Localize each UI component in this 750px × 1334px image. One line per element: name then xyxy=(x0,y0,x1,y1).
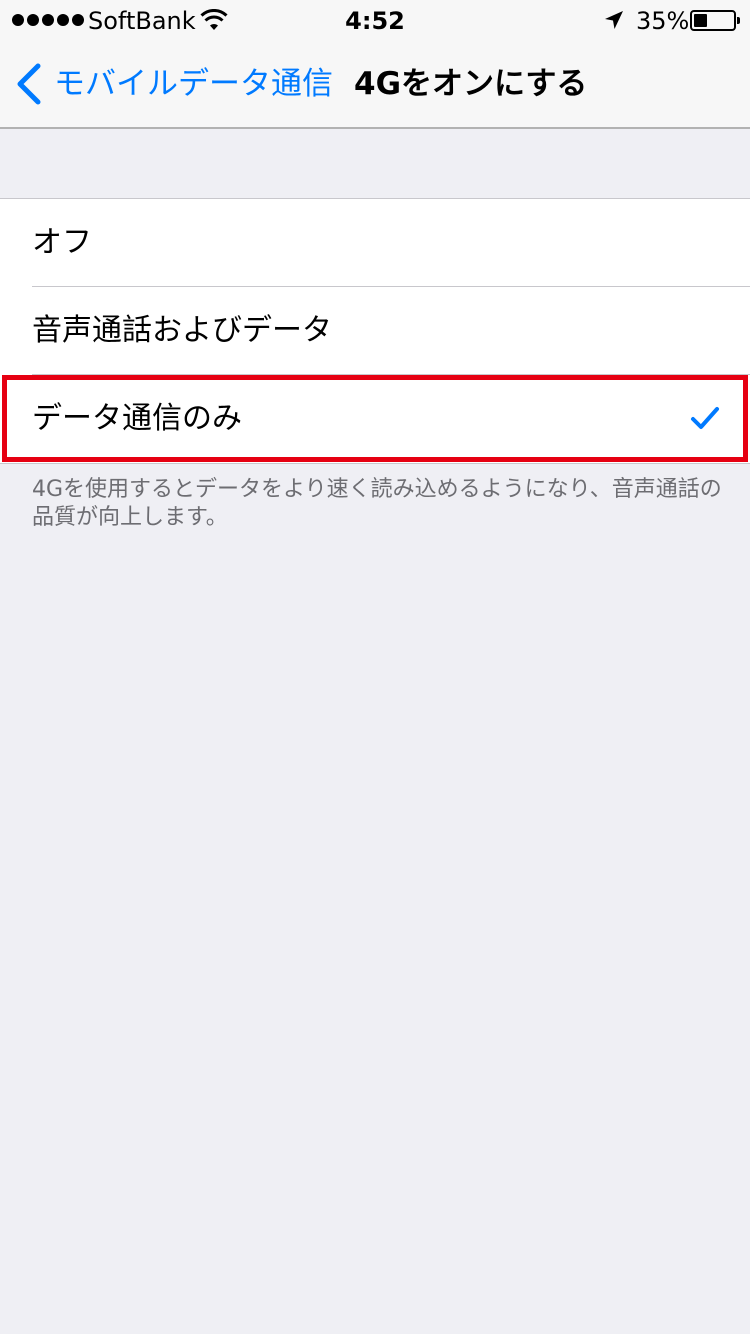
settings-screen: SoftBank 4:52 35% モバイルデータ通信 4Gをオンにする オフ … xyxy=(0,0,750,1334)
option-label: データ通信のみ xyxy=(32,401,242,436)
navigation-bar: モバイルデータ通信 4Gをオンにする xyxy=(0,40,750,128)
option-voice-and-data[interactable]: 音声通話およびデータ xyxy=(0,287,750,375)
battery-nub xyxy=(737,17,740,24)
page-title: 4Gをオンにする xyxy=(354,66,588,102)
option-off[interactable]: オフ xyxy=(0,199,750,287)
location-arrow-icon xyxy=(605,11,623,29)
option-list: オフ 音声通話およびデータ データ通信のみ xyxy=(0,198,750,464)
battery-icon xyxy=(690,10,740,31)
battery-level xyxy=(694,14,707,27)
back-button-label: モバイルデータ通信 xyxy=(54,66,333,102)
battery-percent: 35% xyxy=(636,7,690,35)
option-data-only[interactable]: データ通信のみ xyxy=(0,375,750,463)
chevron-left-icon xyxy=(17,63,41,105)
checkmark-icon xyxy=(691,407,719,429)
footer-note: 4Gを使用するとデータをより速く読み込めるようになり、音声通話の品質が向上します… xyxy=(32,477,722,530)
top-bar: SoftBank 4:52 35% モバイルデータ通信 4Gをオンにする xyxy=(0,0,750,129)
back-button[interactable]: モバイルデータ通信 xyxy=(14,60,333,108)
option-label: オフ xyxy=(32,225,92,260)
status-bar: SoftBank 4:52 35% xyxy=(0,0,750,40)
option-label: 音声通話およびデータ xyxy=(32,313,332,348)
